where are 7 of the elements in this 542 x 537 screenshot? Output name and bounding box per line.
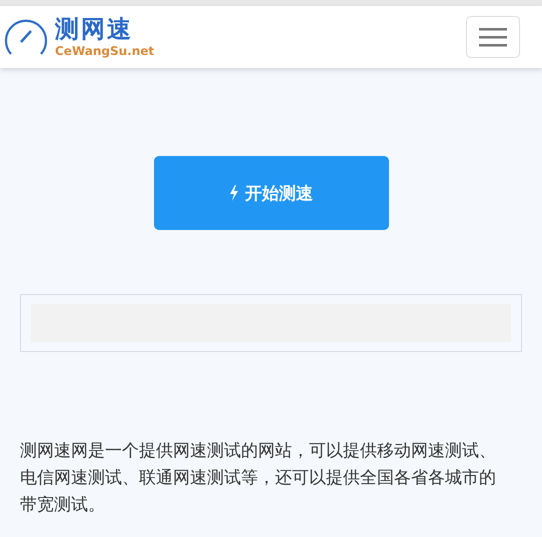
menu-icon — [479, 27, 507, 47]
description-text: 测网速网是一个提供网速测试的网站，可以提供移动网速测试、电信网速测试、联通网速测试等，还可以提供全国各省各城市的带宽测试。 — [20, 440, 497, 517]
menu-button[interactable] — [466, 16, 520, 58]
logo-title: 测网速 — [55, 15, 134, 43]
logo-subtitle: CeWangSu.net — [55, 43, 154, 59]
start-test-button[interactable]: 开始测速 — [154, 156, 388, 230]
lightning-icon — [229, 185, 239, 201]
